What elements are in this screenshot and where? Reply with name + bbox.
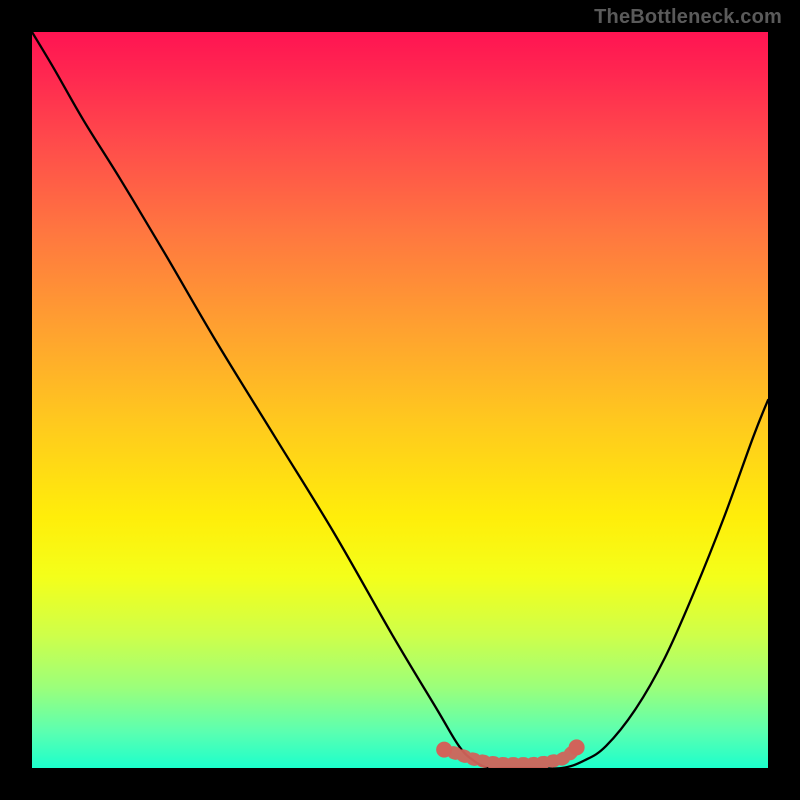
chart-svg (32, 32, 768, 768)
curve-series (32, 32, 768, 768)
chart-container: { "watermark": "TheBottleneck.com", "cha… (0, 0, 800, 800)
optimal-endpoint-dot (569, 739, 585, 755)
bottleneck-curve-path (32, 32, 768, 768)
optimal-zone-path (444, 747, 576, 763)
watermark-text: TheBottleneck.com (594, 6, 782, 29)
optimal-dots (436, 739, 584, 763)
optimal-endpoint-dot (436, 742, 452, 758)
plot-area (32, 32, 768, 768)
